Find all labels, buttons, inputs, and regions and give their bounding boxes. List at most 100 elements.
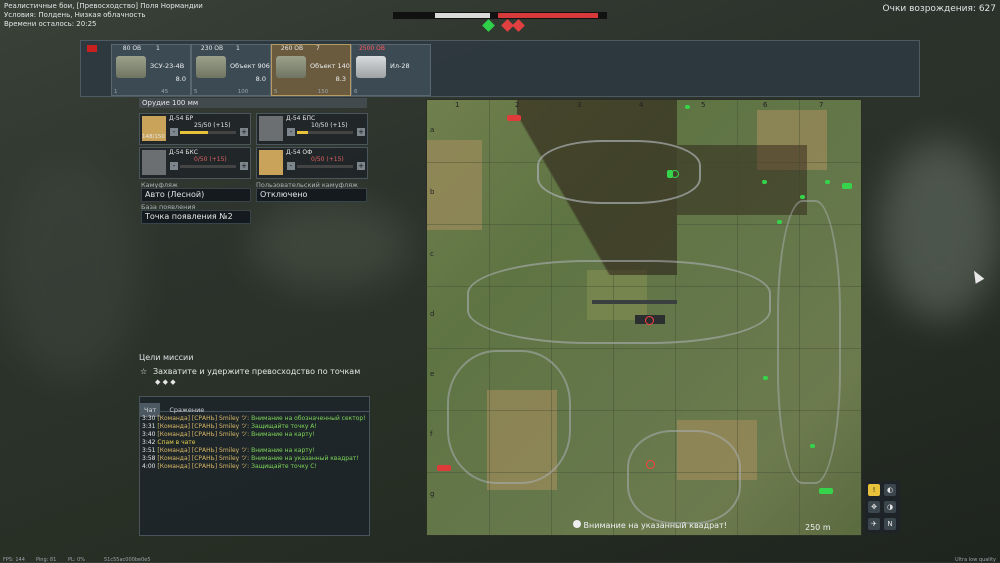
battle-rating: 8.0 xyxy=(255,75,266,83)
map-road xyxy=(777,200,841,484)
battle-conditions: Условия: Полдень, Низкая облачность xyxy=(4,11,146,19)
vehicle-name: Ил-28 xyxy=(390,62,410,70)
vehicle-slot[interactable]: 230 ОВ 1 Объект 906 8.0 5 100 xyxy=(191,44,271,96)
grid-row-label: e xyxy=(430,370,435,378)
grid-col-label: 5 xyxy=(701,101,706,109)
grid-col-label: 2 xyxy=(515,101,520,109)
respawn-points: Очки возрождения: 627 xyxy=(882,4,996,14)
vehicle-name: ЗСУ-23-4В xyxy=(150,62,185,70)
capture-zone-c-icon xyxy=(512,19,525,32)
ally-unit-icon xyxy=(685,105,690,109)
map-runway xyxy=(592,300,677,304)
ally-unit-icon xyxy=(667,170,673,178)
shell-name: Д-54 ОФ xyxy=(286,149,313,156)
shell-total: 148/150 xyxy=(142,134,165,140)
shell-bar-fill xyxy=(180,131,208,134)
map-north-button[interactable]: N xyxy=(884,518,896,530)
background-terrain xyxy=(880,140,1000,320)
team-score-bar xyxy=(393,12,607,19)
grid-col-label: 6 xyxy=(763,101,768,109)
ally-unit-icon xyxy=(800,195,805,199)
shell-name: Д-54 БПС xyxy=(286,115,316,122)
time-left: Времени осталось: 20:25 xyxy=(4,20,97,28)
map-controls: ! ◐ ✥ ◑ ✈ N xyxy=(865,481,900,533)
shell-bar-fill xyxy=(297,131,309,134)
vehicle-slot-selected[interactable]: 260 ОВ 7 Объект 140 8.3 5 150 xyxy=(271,44,351,96)
team-score-fill xyxy=(435,13,490,18)
increase-button[interactable]: + xyxy=(357,128,365,136)
grid-col-label: 4 xyxy=(639,101,644,109)
grid-row-label: a xyxy=(430,126,435,134)
shell-icon xyxy=(142,150,166,175)
chat-message: 3:42 Спам в чате xyxy=(142,439,196,446)
shell-bar xyxy=(297,131,353,134)
graphics-quality: Ultra low quality xyxy=(955,557,996,563)
tank-vehicle-icon xyxy=(276,56,306,78)
ally-unit-icon xyxy=(825,180,830,184)
user-camo-select[interactable]: Отключено xyxy=(256,188,367,202)
map-layer-icon[interactable]: ◐ xyxy=(884,484,896,496)
spawn-value: Точка появления №2 xyxy=(145,212,233,221)
ping-counter: Ping: 81 xyxy=(36,557,57,563)
decrease-button[interactable]: - xyxy=(170,128,178,136)
slot-crew: 7 xyxy=(316,45,320,52)
shell-slot[interactable]: Д-54 БКС 0/50 (+15) - + xyxy=(139,147,251,179)
ally-unit-icon xyxy=(810,444,815,448)
shell-slot[interactable]: Д-54 БПС 10/50 (+15) - + xyxy=(256,113,368,145)
slot-footer: 5 150 xyxy=(274,89,329,95)
slot-crew: 1 xyxy=(236,45,240,52)
decrease-button[interactable]: - xyxy=(287,128,295,136)
grid-row-label: b xyxy=(430,188,435,196)
mission-objectives: Цели миссии ☆ Захватите и удержите прево… xyxy=(139,353,360,386)
increase-button[interactable]: + xyxy=(357,162,365,170)
vehicle-name: Объект 140 xyxy=(310,62,350,70)
background-terrain xyxy=(0,160,140,380)
shell-count: 0/50 (+15) xyxy=(311,156,344,163)
camo-select[interactable]: Авто (Лесной) xyxy=(141,188,251,202)
enemy-unit-icon xyxy=(507,115,521,121)
shell-count: 10/50 (+15) xyxy=(311,122,348,129)
grid-row-label: f xyxy=(430,430,433,438)
vehicle-slotbar: 80 ОВ 1 ЗСУ-23-4В 8.0 1 45 230 ОВ 1 Объе… xyxy=(80,40,920,97)
slot-cost: 2500 ОВ xyxy=(358,45,385,52)
camo-value: Авто (Лесной) xyxy=(145,190,205,199)
spawn-select[interactable]: Точка появления №2 xyxy=(141,210,251,224)
grid-row-label: d xyxy=(430,310,435,318)
nation-flag-icon xyxy=(87,45,97,52)
chat-tabs: Чат Сражение xyxy=(140,397,369,417)
session-id: 51c55ac000be0e5 xyxy=(104,557,151,563)
vehicle-slot[interactable]: 80 ОВ 1 ЗСУ-23-4В 8.0 1 45 xyxy=(111,44,191,96)
shell-name: Д-54 БКС xyxy=(169,149,198,156)
enemy-score-fill xyxy=(498,13,598,18)
ally-unit-icon xyxy=(777,220,782,224)
star-icon: ☆ xyxy=(140,367,148,376)
shell-bar xyxy=(180,165,236,168)
map-aircraft-icon[interactable]: ✈ xyxy=(868,518,880,530)
map-center-icon[interactable]: ✥ xyxy=(868,501,880,513)
slot-cost: 80 ОВ xyxy=(122,45,142,52)
slot-crew: 1 xyxy=(156,45,160,52)
shell-slot[interactable]: Д-54 ОФ 0/50 (+15) - + xyxy=(256,147,368,179)
ally-unit-icon xyxy=(842,183,852,189)
increase-button[interactable]: + xyxy=(240,128,248,136)
ally-unit-icon xyxy=(763,376,768,380)
bomber-vehicle-icon xyxy=(356,56,386,78)
increase-button[interactable]: + xyxy=(240,162,248,170)
shell-slot[interactable]: Д-54 БР 25/50 (+15) 148/150 - + xyxy=(139,113,251,145)
background-tank-silhouette xyxy=(250,200,410,290)
fps-counter: FPS: 144 xyxy=(3,557,25,563)
decrease-button[interactable]: - xyxy=(287,162,295,170)
grid-col-label: 3 xyxy=(577,101,582,109)
decrease-button[interactable]: - xyxy=(170,162,178,170)
shell-bar xyxy=(180,131,236,134)
vehicle-slot[interactable]: 2500 ОВ Ил-28 6 xyxy=(351,44,431,96)
attention-icon xyxy=(573,520,581,528)
spaa-vehicle-icon xyxy=(116,56,146,78)
shell-icon xyxy=(259,116,283,141)
shell-count: 25/50 (+15) xyxy=(194,122,231,129)
map-ping-icon[interactable]: ! xyxy=(868,484,880,496)
tactical-map[interactable]: 1 2 3 4 5 6 7 a b c d e f g xyxy=(426,99,862,536)
chat-message: 4:00 [Команда] [СРАНЬ] Smiley ツ: Защищай… xyxy=(142,463,317,470)
map-zoom-icon[interactable]: ◑ xyxy=(884,501,896,513)
grid-row-label: c xyxy=(430,250,434,258)
